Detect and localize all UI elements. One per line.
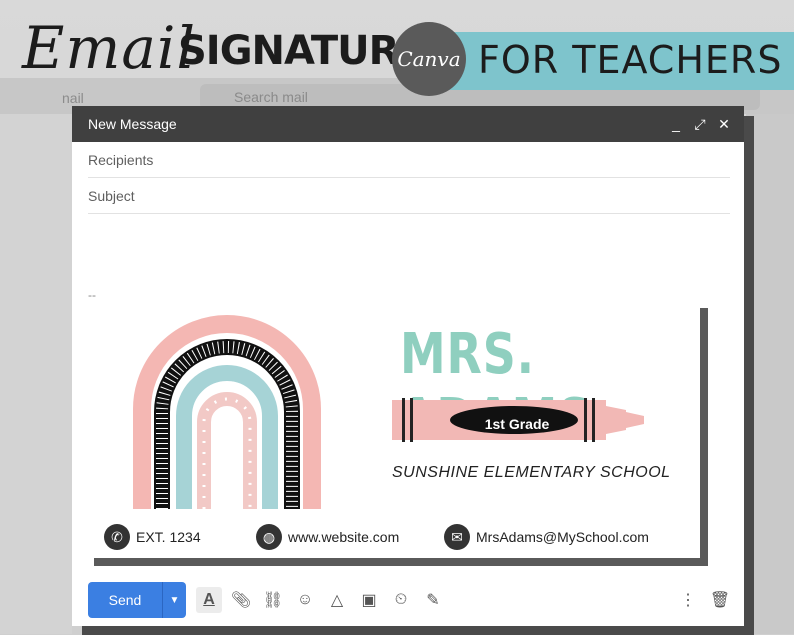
email-link[interactable]: MrsAdams@MySchool.com <box>476 529 649 545</box>
format-text-icon[interactable]: A <box>196 587 222 613</box>
left-sidebar <box>0 114 72 634</box>
expand-icon[interactable]: ⤢ <box>688 116 712 133</box>
compose-header: New Message _ ⤢ ✕ <box>72 106 744 142</box>
globe-icon: ◍ <box>256 524 282 550</box>
phone-contact: ✆ EXT. 1234 <box>104 524 201 550</box>
compose-window: New Message _ ⤢ ✕ Recipients Subject -- … <box>72 106 744 626</box>
trash-icon[interactable]: 🗑 <box>707 587 733 613</box>
photo-icon[interactable]: ▣ <box>356 587 382 613</box>
minimize-icon[interactable]: _ <box>664 116 688 132</box>
rainbow-graphic <box>133 315 321 509</box>
compose-title: New Message <box>88 116 177 132</box>
send-options-dropdown[interactable]: ▼ <box>162 582 186 618</box>
school-name: SUNSHINE ELEMENTARY SCHOOL <box>392 464 671 481</box>
signature-pen-icon[interactable]: ✎ <box>420 587 446 613</box>
website-link[interactable]: www.website.com <box>288 529 399 545</box>
more-options-icon[interactable]: ⋮ <box>675 587 701 613</box>
compose-toolbar: Send ▼ A 📎︎ ⛓ ☺ △ ▣ ⏲ ✎ ⋮ 🗑 <box>88 582 733 618</box>
emoji-icon[interactable]: ☺ <box>292 587 318 613</box>
envelope-icon: ✉ <box>444 524 470 550</box>
subject-field[interactable]: Subject <box>88 178 730 214</box>
canva-badge-label: Canva <box>397 47 461 71</box>
title-banner: Email SIGNATURE Canva FOR TEACHERS <box>0 0 794 100</box>
recipients-field[interactable]: Recipients <box>88 142 730 178</box>
phone-ext: EXT. 1234 <box>136 529 201 545</box>
subject-placeholder: Subject <box>88 187 135 204</box>
grade-label: 1st Grade <box>484 416 550 432</box>
phone-icon: ✆ <box>104 524 130 550</box>
link-icon[interactable]: ⛓ <box>260 587 286 613</box>
banner-email-word: Email <box>22 14 197 82</box>
banner-teachers-word: FOR TEACHERS <box>478 38 783 82</box>
canva-badge: Canva <box>392 22 466 96</box>
attach-icon[interactable]: 📎︎ <box>228 587 254 613</box>
website-contact[interactable]: ◍ www.website.com <box>256 524 399 550</box>
drive-icon[interactable]: △ <box>324 587 350 613</box>
recipients-placeholder: Recipients <box>88 151 154 168</box>
banner-signature-word: SIGNATURE <box>178 28 426 74</box>
confidential-icon[interactable]: ⏲ <box>388 587 414 613</box>
send-button[interactable]: Send <box>88 582 162 618</box>
close-icon[interactable]: ✕ <box>712 116 736 133</box>
signature-card: MRS. ADAMS 1st Grade SUNSHINE ELEMENTARY… <box>86 300 700 558</box>
email-contact[interactable]: ✉ MrsAdams@MySchool.com <box>444 524 649 550</box>
